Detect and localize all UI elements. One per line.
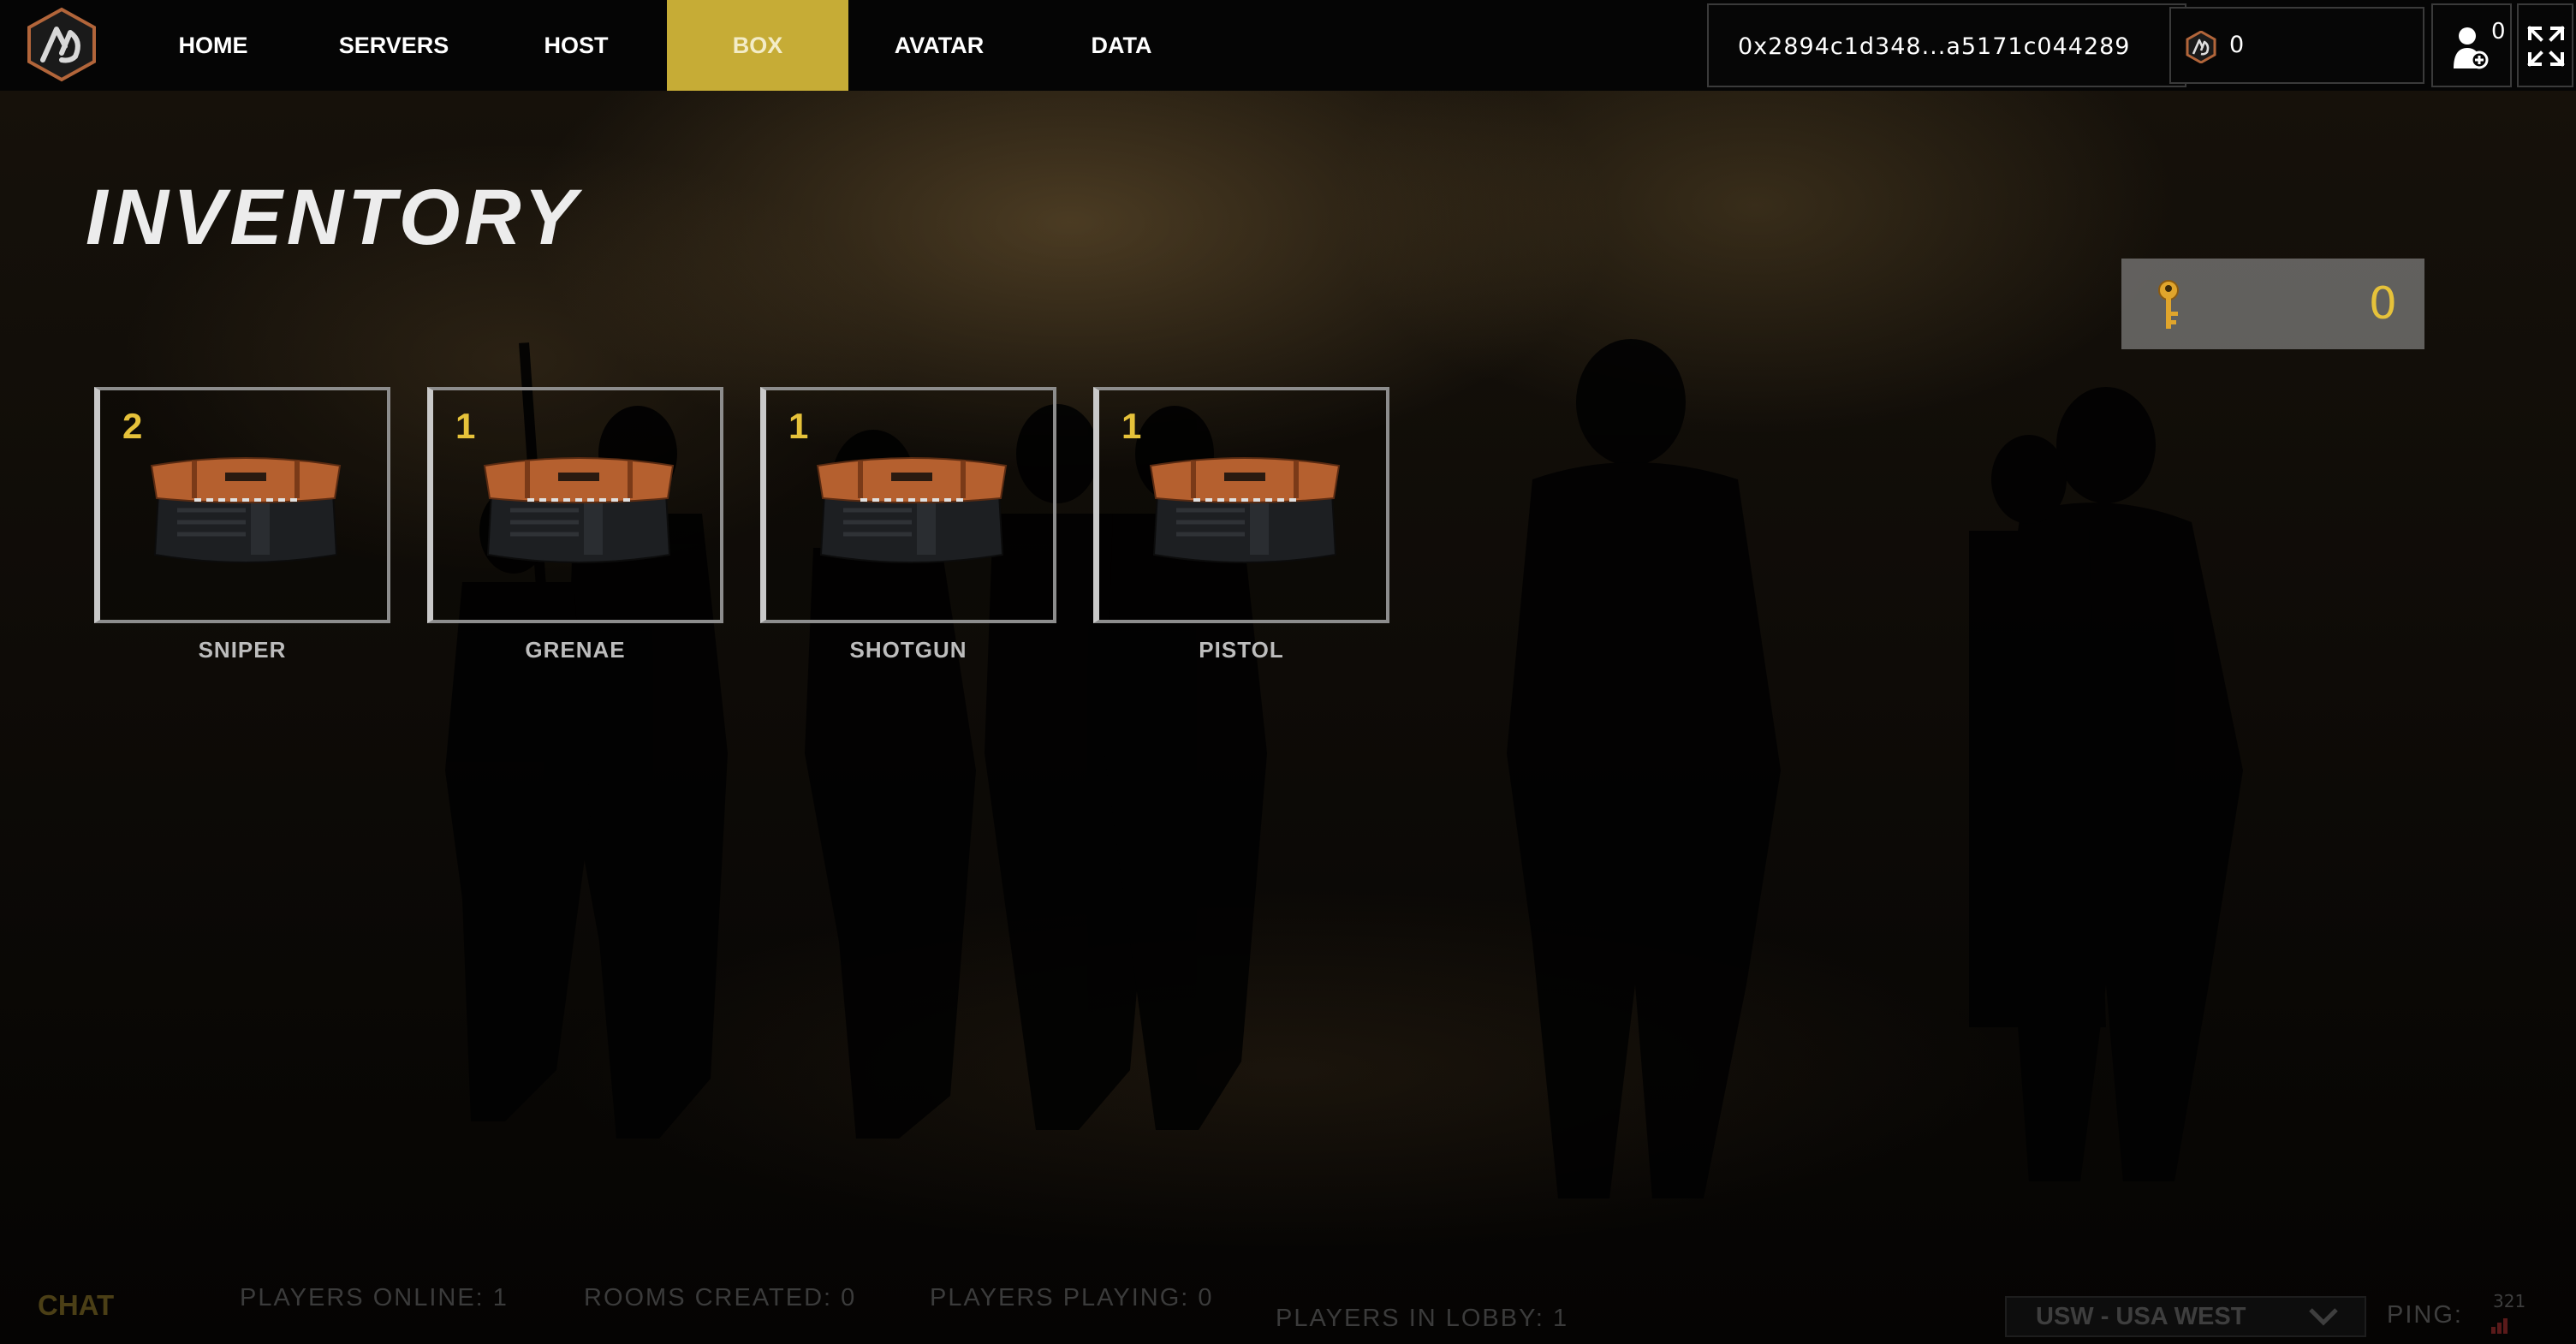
region-selected-value: USW - USA WEST (2036, 1303, 2246, 1330)
ad-coin-icon (2186, 31, 2216, 63)
chat-button[interactable]: CHAT (38, 1289, 114, 1322)
add-user-icon (2454, 27, 2489, 69)
crate-icon (1149, 457, 1341, 563)
box-quantity: 1 (455, 406, 476, 446)
ping-label: PING: (2387, 1301, 2463, 1329)
fullscreen-button[interactable] (2517, 3, 2573, 87)
user-button[interactable]: 0 (2431, 3, 2512, 87)
box-quantity: 2 (122, 406, 143, 446)
box-tile[interactable]: 1 (427, 387, 723, 623)
nav-servers[interactable]: SERVERS (334, 0, 454, 91)
wallet-address-box[interactable]: 0x2894c1d348...a5171c044289 (1707, 3, 2186, 87)
key-icon (2158, 280, 2179, 329)
box-name: GRENAE (525, 637, 626, 663)
box-tile[interactable]: 1 (1093, 387, 1389, 623)
players-playing-status: PLAYERS PLAYING: 0 (930, 1284, 1214, 1311)
box-name: SNIPER (198, 637, 287, 663)
nav-avatar[interactable]: AVATAR (882, 0, 996, 91)
box-tile[interactable]: 2 (94, 387, 390, 623)
crate-icon (150, 457, 342, 563)
nav-data[interactable]: DATA (1070, 0, 1173, 91)
signal-icon (2491, 1318, 2508, 1334)
fullscreen-icon (2527, 26, 2565, 67)
chevron-down-icon (2309, 1308, 2338, 1326)
region-select[interactable]: USW - USA WEST (2005, 1296, 2366, 1337)
crate-icon (816, 457, 1008, 563)
rooms-created-status: ROOMS CREATED: 0 (584, 1284, 857, 1311)
box-quantity: 1 (788, 406, 809, 446)
box-quantity: 1 (1121, 406, 1142, 446)
coin-balance: 0 (2229, 32, 2245, 58)
top-navigation-bar: HOME SERVERS HOST BOX AVATAR DATA 0x2894… (0, 0, 2576, 91)
ping-value: 321 (2493, 1291, 2526, 1311)
page-title: INVENTORY (86, 174, 581, 261)
box-tile[interactable]: 1 (760, 387, 1056, 623)
wallet-address: 0x2894c1d348...a5171c044289 (1738, 33, 2131, 60)
user-count: 0 (2491, 19, 2506, 45)
players-in-lobby-status: PLAYERS IN LOBBY: 1 (1276, 1305, 1569, 1332)
crate-icon (483, 457, 675, 563)
box-name: SHOTGUN (849, 637, 967, 663)
nav-home[interactable]: HOME (159, 0, 267, 91)
coin-balance-box[interactable]: 0 (2169, 7, 2424, 84)
nav-box[interactable]: BOX (667, 0, 848, 91)
players-online-status: PLAYERS ONLINE: 1 (240, 1284, 509, 1311)
box-name: PISTOL (1199, 637, 1284, 663)
nav-host[interactable]: HOST (529, 0, 623, 91)
key-counter: 0 (2121, 259, 2424, 349)
ad-logo-icon[interactable] (24, 7, 99, 82)
key-count: 0 (2368, 278, 2397, 330)
